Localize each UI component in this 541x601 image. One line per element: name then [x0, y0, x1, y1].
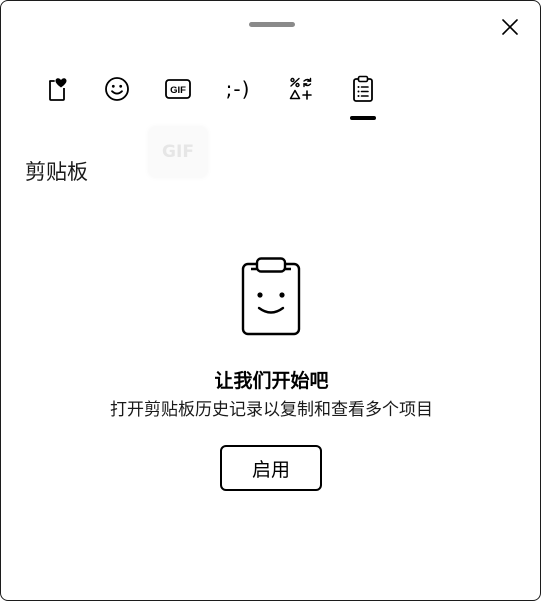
- empty-state-description: 打开剪贴板历史记录以复制和查看多个项目: [110, 400, 433, 420]
- clipboard-panel: GIF ;-) GIF 剪贴板 让我们开始吧 打开剪贴板历史记录以复制和查看多个…: [0, 0, 541, 601]
- smiley-icon: [105, 77, 129, 101]
- tab-emoji[interactable]: [99, 71, 135, 107]
- selected-tab-indicator: [350, 116, 376, 120]
- tab-gif[interactable]: GIF: [160, 71, 196, 107]
- tab-favorites[interactable]: [39, 71, 75, 107]
- close-icon: [502, 19, 518, 35]
- clipboard-smiley-illustration: [239, 255, 303, 341]
- close-button[interactable]: [497, 14, 523, 40]
- tab-clipboard[interactable]: [345, 71, 381, 107]
- section-title: 剪贴板: [25, 160, 88, 184]
- symbols-icon: [289, 77, 312, 100]
- enable-button[interactable]: 启用: [220, 445, 322, 491]
- clipboard-icon: [353, 75, 373, 102]
- ghost-gif-tooltip: GIF: [149, 127, 207, 177]
- svg-text:GIF: GIF: [170, 85, 186, 96]
- tab-kaomoji[interactable]: ;-): [220, 71, 256, 107]
- clipboard-face-icon: [241, 257, 301, 336]
- tab-symbols[interactable]: [283, 71, 319, 107]
- heart-clipboard-icon: [49, 78, 67, 101]
- gif-icon: GIF: [165, 79, 191, 99]
- kaomoji-icon: ;-): [225, 77, 251, 101]
- ghost-gif-label: GIF: [162, 142, 194, 162]
- empty-state-heading: 让我们开始吧: [214, 370, 329, 392]
- drag-handle[interactable]: [249, 22, 295, 27]
